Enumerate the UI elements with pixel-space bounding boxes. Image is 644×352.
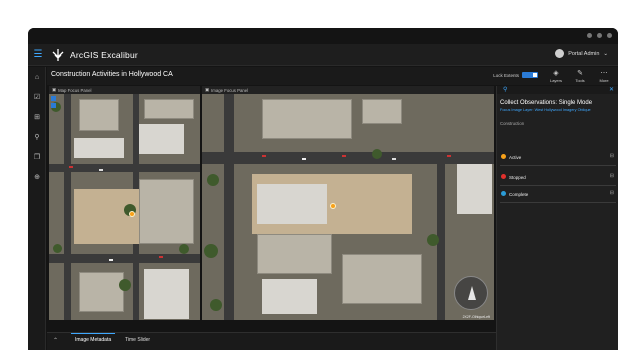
excalibur-logo: [52, 48, 64, 61]
image-panel-title: Image Focus Panel: [211, 87, 249, 93]
zoom-icon[interactable]: ⊕: [28, 167, 46, 187]
observation-item-stopped[interactable]: Stopped ⊟: [500, 172, 616, 182]
map-view[interactable]: [49, 94, 200, 320]
hamburger-icon[interactable]: ☰: [28, 49, 48, 60]
observation-item-active[interactable]: Active ⊟: [500, 152, 616, 162]
window-dot[interactable]: [607, 33, 612, 38]
complete-dot-icon: [501, 191, 506, 196]
page-title: Construction Activities in Hollywood CA: [51, 71, 173, 78]
lock-icon[interactable]: ⊟: [610, 173, 614, 179]
image-view[interactable]: 2X2F-OlhiqueLeft: [202, 94, 494, 320]
collect-observations-panel: ⚲ ✕ Collect Observations: Single Mode Fo…: [496, 86, 618, 350]
map-observation-marker[interactable]: [129, 211, 135, 217]
search-icon[interactable]: ⚲: [28, 127, 46, 147]
layers-button[interactable]: ◈ Layers: [546, 69, 566, 85]
tab-image-metadata[interactable]: Image Metadata: [70, 333, 116, 343]
lock-extents[interactable]: Lock Extents: [493, 72, 538, 78]
map-focus-panel[interactable]: ▣ Map Focus Panel: [49, 86, 200, 320]
more-button[interactable]: ⋯ More: [594, 69, 614, 85]
collect-section-title: Construction: [500, 121, 525, 126]
collect-panel-title: Collect Observations: Single Mode: [500, 100, 593, 106]
avatar: [555, 49, 565, 58]
window-dot[interactable]: [597, 33, 602, 38]
observation-label: Complete: [509, 191, 529, 197]
close-icon[interactable]: ✕: [609, 86, 614, 93]
lock-extents-label: Lock Extents: [493, 72, 519, 78]
more-label: More: [599, 78, 609, 83]
observation-label: Active: [509, 154, 522, 160]
map-panel-title: Map Focus Panel: [58, 87, 92, 93]
user-menu[interactable]: Portal Admin ⌄: [555, 49, 608, 58]
window-dot[interactable]: [587, 33, 592, 38]
lock-icon[interactable]: ⊟: [610, 153, 614, 159]
window-controls[interactable]: [587, 33, 612, 38]
map-panel-header: ▣ Map Focus Panel: [49, 86, 200, 94]
checklist-icon[interactable]: ☑: [28, 87, 46, 107]
left-sidebar: ⌂ ☑ ⊞ ⚲ ❐ ⊕: [28, 67, 46, 350]
add-icon[interactable]: ⊞: [28, 107, 46, 127]
app-title: ArcGIS Excalibur: [70, 49, 138, 60]
chevron-up-icon[interactable]: ⌃: [53, 337, 58, 344]
image-panel-header: ▣ Image Focus Panel: [202, 86, 494, 94]
active-dot-icon: [501, 154, 506, 159]
app-header: ☰ ArcGIS Excalibur Portal Admin ⌄: [28, 44, 618, 66]
more-icon: ⋯: [600, 70, 608, 77]
chevron-down-icon: ⌄: [603, 50, 608, 57]
lock-icon[interactable]: ⊟: [610, 190, 614, 196]
image-overlay-label: 2X2F-OlhiqueLeft: [462, 315, 490, 319]
map-controls: [51, 96, 56, 108]
copy-icon[interactable]: ❐: [28, 147, 46, 167]
lock-extents-toggle[interactable]: [522, 72, 538, 78]
layers-icon: ◈: [553, 70, 559, 77]
tools-button[interactable]: ✎ Tools: [570, 69, 590, 85]
zoom-in-icon[interactable]: [51, 96, 56, 101]
image-panel-icon: ▣: [205, 87, 210, 92]
divider: [500, 202, 616, 203]
divider: [500, 185, 616, 186]
stopped-dot-icon: [501, 174, 506, 179]
observation-label: Stopped: [509, 174, 526, 180]
compass-icon[interactable]: [454, 276, 488, 310]
layers-label: Layers: [549, 78, 562, 83]
divider: [500, 165, 616, 166]
bottom-bar: ⌃ Image Metadata Time Slider: [47, 332, 496, 350]
zoom-out-icon[interactable]: [51, 103, 56, 108]
home-icon[interactable]: ⌂: [28, 67, 46, 87]
pin-icon[interactable]: ⚲: [503, 86, 507, 93]
collect-panel-header: ⚲ ✕: [497, 86, 618, 94]
app-window: ☰ ArcGIS Excalibur Portal Admin ⌄ ⌂ ☑ ⊞ …: [28, 28, 618, 350]
image-observation-marker[interactable]: [330, 203, 336, 209]
tools-label: Tools: [575, 78, 585, 83]
observation-item-complete[interactable]: Complete ⊟: [500, 189, 616, 199]
tab-time-slider[interactable]: Time Slider: [125, 337, 150, 343]
image-focus-panel[interactable]: ▣ Image Focus Panel 2X2F-OlhiqueLeft: [202, 86, 494, 320]
window-titlebar: [28, 28, 618, 44]
tools-icon: ✎: [577, 70, 583, 77]
page-toolbar: Construction Activities in Hollywood CA …: [47, 67, 618, 85]
user-name: Portal Admin: [568, 50, 600, 57]
map-panel-icon: ▣: [52, 87, 57, 92]
collect-panel-subtitle: Focus Image Layer: West Hollywood Imager…: [500, 108, 591, 112]
